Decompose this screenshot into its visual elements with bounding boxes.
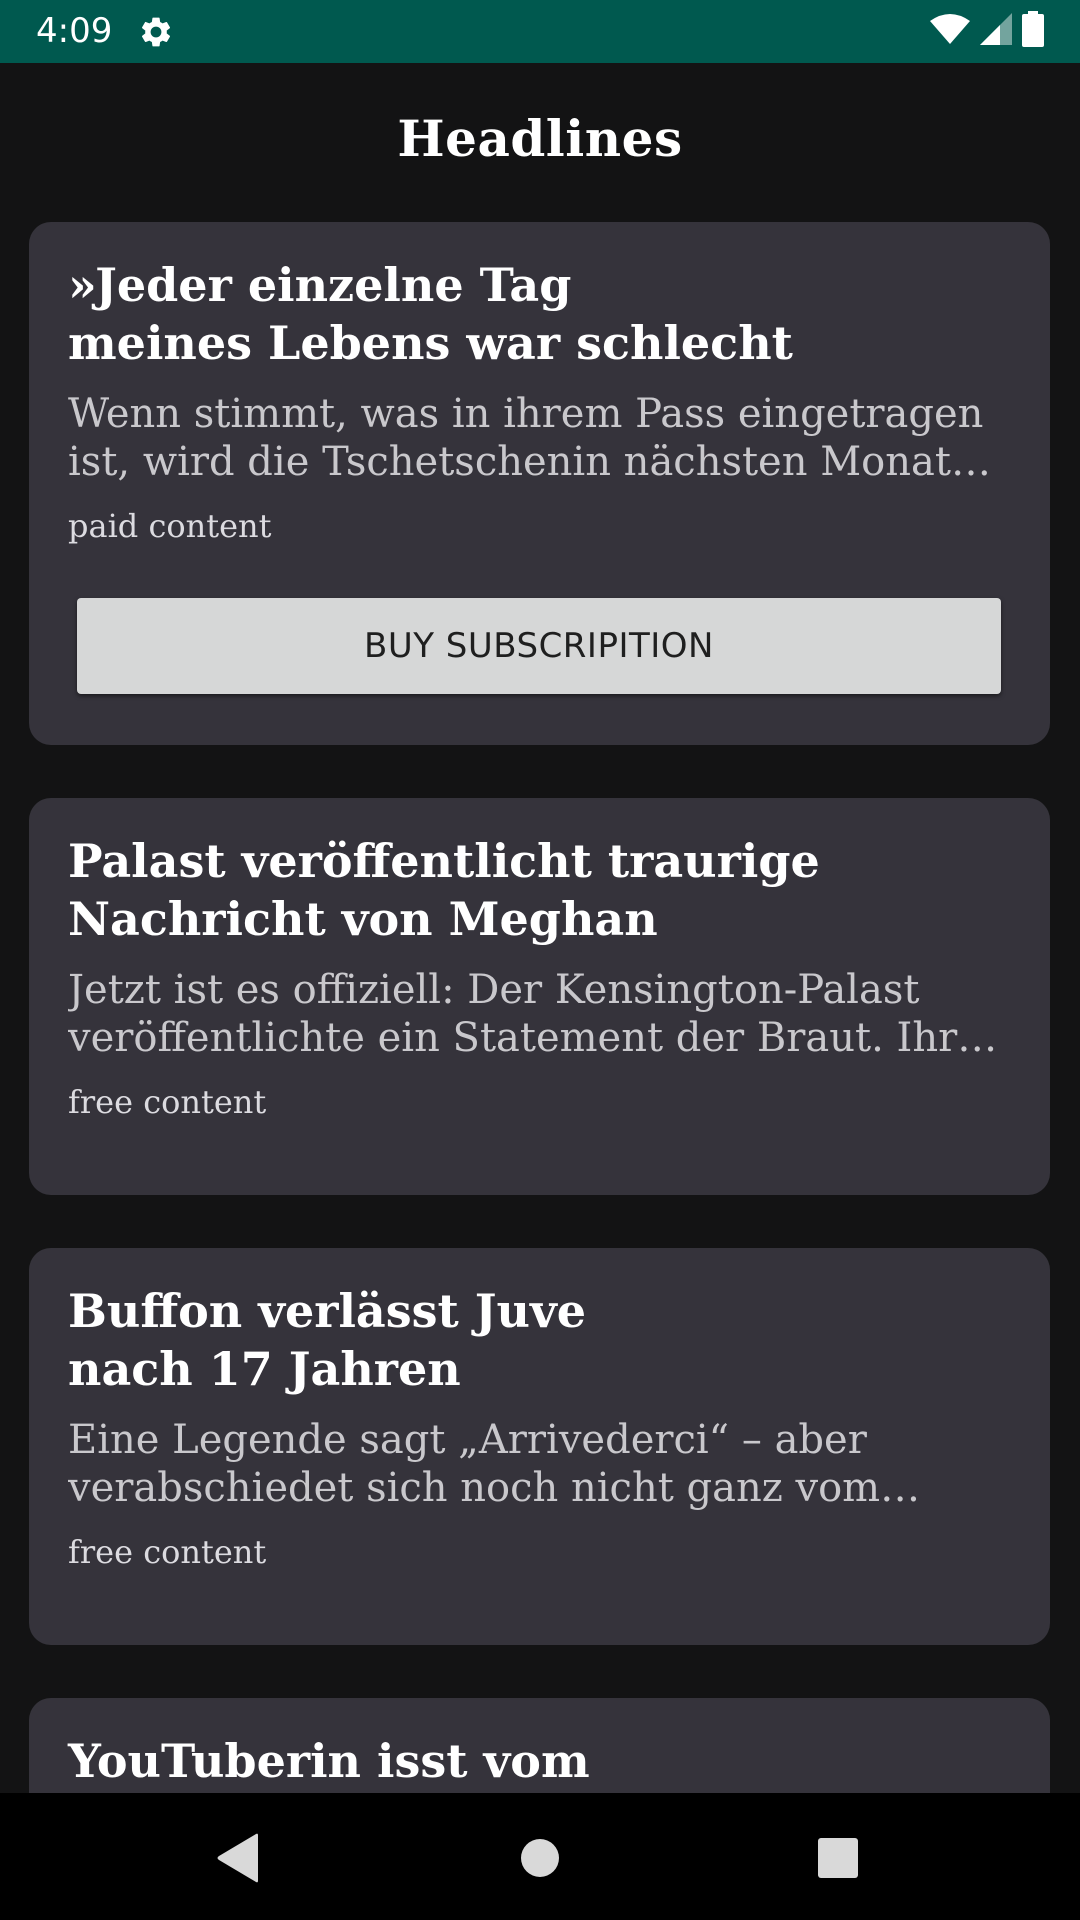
content-type-label: free content (68, 1533, 267, 1571)
article-card[interactable]: Palast veröffentlicht traurige Nachricht… (29, 798, 1050, 1195)
navigation-bar (0, 1793, 1080, 1920)
article-card[interactable]: Buffon verlässt Juve nach 17 Jahren Eine… (29, 1248, 1050, 1645)
status-icons (930, 11, 1044, 51)
article-title: YouTuberin isst vom (68, 1734, 590, 1788)
article-teaser: Wenn stimmt, was in ihrem Pass eingetrag… (68, 391, 984, 485)
status-time: 4:09 (36, 11, 113, 51)
home-icon[interactable] (505, 1823, 575, 1893)
battery-icon (1022, 11, 1044, 51)
status-bar: 4:09 (0, 0, 1080, 63)
article-title: Buffon verlässt Juve nach 17 Jahren (68, 1284, 586, 1396)
wifi-icon (930, 13, 970, 49)
article-teaser: Jetzt ist es offiziell: Der Kensington-P… (68, 967, 958, 1061)
article-teaser: Eine Legende sagt „Arrivederci“ – aber v… (68, 1417, 881, 1511)
recents-icon[interactable] (803, 1823, 873, 1893)
content-type-label: free content (68, 1083, 267, 1121)
article-title: »Jeder einzelne Tag meines Lebens war sc… (68, 258, 793, 370)
gear-icon (138, 14, 174, 50)
article-card[interactable]: »Jeder einzelne Tag meines Lebens war sc… (29, 222, 1050, 745)
page-title: Headlines (397, 109, 683, 168)
article-title: Palast veröffentlicht traurige Nachricht… (68, 834, 820, 946)
content-type-label: paid content (68, 507, 272, 545)
back-icon[interactable] (204, 1823, 274, 1893)
cell-signal-icon (980, 13, 1012, 49)
buy-subscription-button[interactable]: BUY SUBSCRIPITION (77, 598, 1001, 694)
